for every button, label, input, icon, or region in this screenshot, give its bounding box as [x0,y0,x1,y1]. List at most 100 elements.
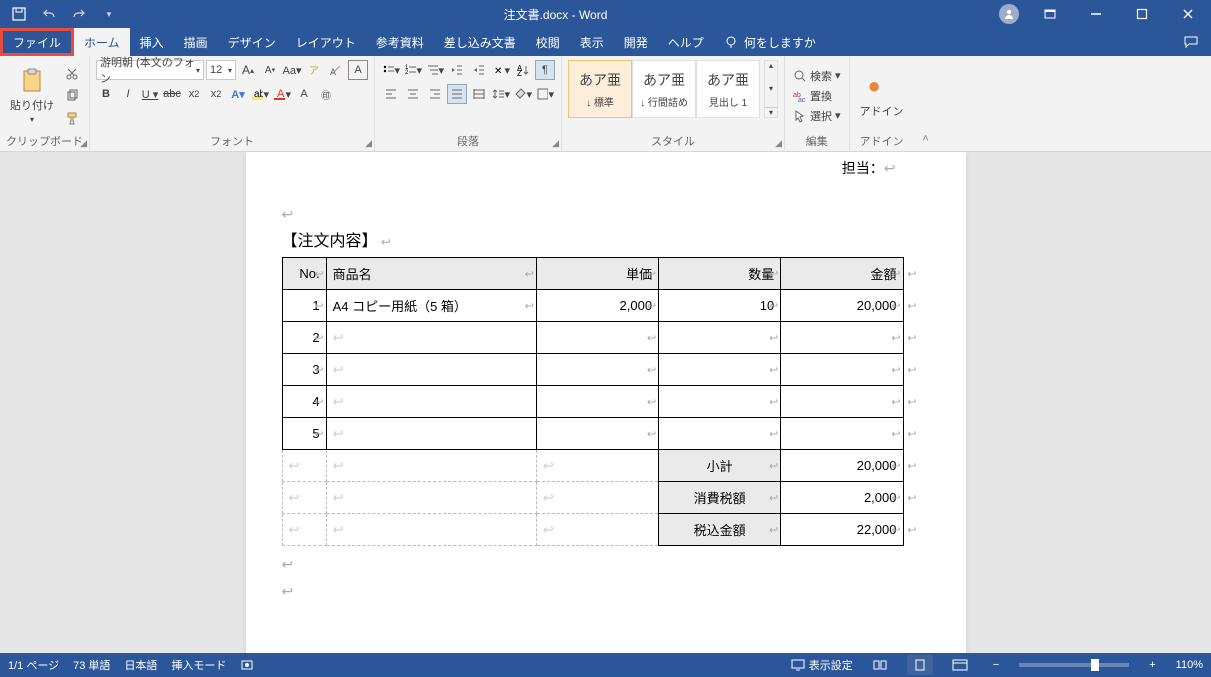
tax-label[interactable]: 消費税額↩ [659,482,781,514]
tab-home[interactable]: ホーム [74,28,130,56]
highlight-button[interactable]: ab▾ [250,84,270,104]
undo-icon[interactable] [38,3,60,25]
font-size-combo[interactable]: 12▾ [206,60,236,80]
print-layout-button[interactable] [907,655,933,675]
tab-review[interactable]: 校閲 [526,28,570,56]
th-amount[interactable]: 金額↩↩ [781,258,903,290]
macro-record-icon[interactable] [240,658,254,672]
tab-references[interactable]: 参考資料 [366,28,434,56]
superscript-button[interactable]: x2 [206,84,226,104]
minimize-button[interactable] [1073,0,1119,28]
order-table[interactable]: No.↩ 商品名↩ 単価↩ 数量↩ 金額↩↩ 1↩A4 コピー用紙（5 箱）↩2… [282,257,904,546]
copy-button[interactable] [62,86,82,106]
ribbon-display-button[interactable] [1027,0,1073,28]
tab-view[interactable]: 表示 [570,28,614,56]
table-row[interactable]: 4↩↩↩↩↩↩ [282,386,903,418]
tab-draw[interactable]: 描画 [174,28,218,56]
underline-button[interactable]: U ▾ [140,84,160,104]
collapse-ribbon-button[interactable]: ˄ [914,56,938,151]
style-up-icon[interactable]: ▴ [765,61,777,70]
comments-button[interactable] [1171,28,1211,56]
zoom-slider[interactable] [1019,663,1129,667]
style-normal[interactable]: あア亜 ↓ 標準 [568,60,632,118]
total-value[interactable]: 22,000↩↩ [781,514,903,546]
char-border-button[interactable]: A [348,60,368,80]
shading-button[interactable]: ▾ [513,84,533,104]
style-more-icon[interactable]: ▾ [765,107,777,117]
font-name-combo[interactable]: 游明朝 (本文のフォン▾ [96,60,204,80]
shrink-font-button[interactable]: A▾ [260,60,280,80]
table-row[interactable]: 1↩A4 コピー用紙（5 箱）↩2,000↩10↩20,000↩↩ [282,290,903,322]
numbering-button[interactable]: 12▾ [403,60,423,80]
font-color-button[interactable]: A▾ [272,84,292,104]
para-mark[interactable]: ↩ [282,583,936,600]
align-left-button[interactable] [381,84,401,104]
align-justify-button[interactable] [447,84,467,104]
th-price[interactable]: 単価↩ [536,258,658,290]
tab-design[interactable]: デザイン [218,28,286,56]
tantou-text[interactable]: 担当：↩ [276,158,936,178]
indent-decrease-button[interactable] [447,60,467,80]
text-effects-button[interactable]: A▾ [228,84,248,104]
page[interactable]: 担当：↩ ↩ 【注文内容】 ↩ No.↩ 商品名↩ 単価↩ 数量↩ 金額↩↩ 1… [246,152,966,653]
sort-button[interactable]: AZ [513,60,533,80]
enclose-char-button[interactable]: ㊞ [316,84,336,104]
maximize-button[interactable] [1119,0,1165,28]
read-mode-button[interactable] [867,655,893,675]
align-center-button[interactable] [403,84,423,104]
paragraph-launcher[interactable]: ◢ [552,138,559,149]
change-case-button[interactable]: Aa▾ [282,60,302,80]
zoom-level[interactable]: 110% [1176,659,1203,671]
status-words[interactable]: 73 単語 [73,657,110,673]
para-mark[interactable]: ↩ [282,556,936,573]
th-name[interactable]: 商品名↩ [326,258,536,290]
status-page[interactable]: 1/1 ページ [8,657,59,673]
redo-icon[interactable] [68,3,90,25]
align-right-button[interactable] [425,84,445,104]
table-row[interactable]: 2↩↩↩↩↩↩ [282,322,903,354]
qa-customize-icon[interactable]: ▾ [98,3,120,25]
tab-layout[interactable]: レイアウト [286,28,366,56]
tab-mailings[interactable]: 差し込み文書 [434,28,526,56]
subscript-button[interactable]: x2 [184,84,204,104]
font-launcher[interactable]: ◢ [365,138,372,149]
style-down-icon[interactable]: ▾ [765,84,777,93]
borders-button[interactable]: ▾ [535,84,555,104]
paste-button[interactable]: 貼り付け ▾ [6,60,58,131]
tab-insert[interactable]: 挿入 [130,28,174,56]
clear-format-button[interactable]: A [326,60,346,80]
tab-file[interactable]: ファイル [0,28,74,56]
char-shading-button[interactable]: A [294,84,314,104]
display-settings[interactable]: 表示設定 [791,657,853,673]
th-no[interactable]: No.↩ [282,258,326,290]
select-button[interactable]: 選択 ▾ [791,107,843,125]
zoom-in-button[interactable]: + [1143,659,1161,671]
status-lang[interactable]: 日本語 [124,657,157,673]
tab-developer[interactable]: 開発 [614,28,658,56]
find-button[interactable]: 検索 ▾ [791,67,843,85]
tax-value[interactable]: 2,000↩↩ [781,482,903,514]
indent-increase-button[interactable] [469,60,489,80]
phonetic-guide-button[interactable]: ア [304,60,324,80]
strike-button[interactable]: abc [162,84,182,104]
asian-layout-button[interactable]: ✕▾ [491,60,511,80]
close-button[interactable] [1165,0,1211,28]
bullets-button[interactable]: ▾ [381,60,401,80]
format-painter-button[interactable] [62,108,82,128]
show-marks-button[interactable]: ¶ [535,60,555,80]
document-area[interactable]: 担当：↩ ↩ 【注文内容】 ↩ No.↩ 商品名↩ 単価↩ 数量↩ 金額↩↩ 1… [0,152,1211,653]
clipboard-launcher[interactable]: ◢ [80,138,87,149]
subtotal-value[interactable]: 20,000↩↩ [781,450,903,482]
bold-button[interactable]: B [96,84,116,104]
multilevel-button[interactable]: ▾ [425,60,445,80]
th-qty[interactable]: 数量↩ [659,258,781,290]
tell-me-search[interactable]: 何をしますか [714,28,826,56]
style-heading1[interactable]: あア亜 見出し 1 [696,60,760,118]
italic-button[interactable]: I [118,84,138,104]
subtotal-label[interactable]: 小計↩ [659,450,781,482]
distribute-button[interactable] [469,84,489,104]
web-layout-button[interactable] [947,655,973,675]
line-spacing-button[interactable]: ▾ [491,84,511,104]
styles-launcher[interactable]: ◢ [775,138,782,149]
total-label[interactable]: 税込金額↩ [659,514,781,546]
